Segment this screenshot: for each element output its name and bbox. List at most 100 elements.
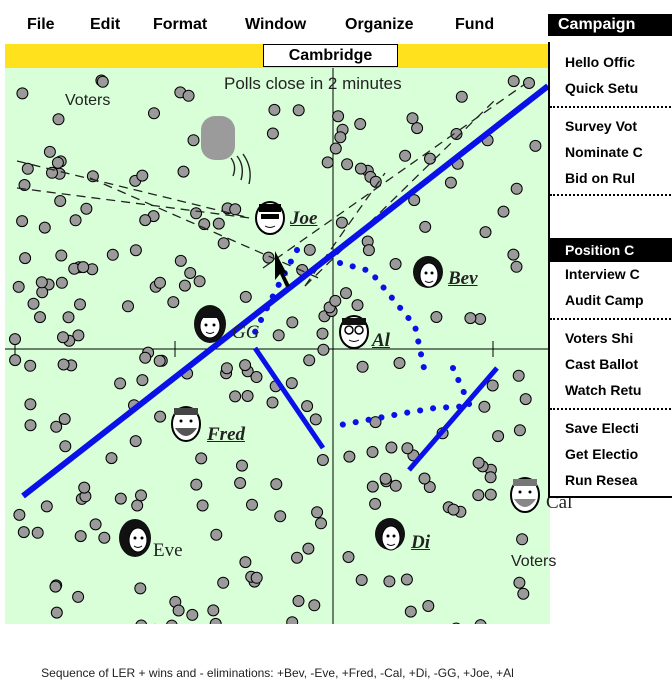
voter-dot bbox=[19, 252, 32, 265]
voter-dot bbox=[286, 316, 299, 329]
menu-fund[interactable]: Fund bbox=[455, 14, 494, 36]
election-canvas[interactable]: Polls close in 2 minutes Voters Voters J… bbox=[5, 68, 572, 680]
voter-dot bbox=[239, 359, 252, 372]
voter-dot bbox=[366, 480, 379, 493]
voter-dot bbox=[513, 576, 526, 589]
menu-voters-shift[interactable]: Voters Shi bbox=[565, 330, 633, 346]
voter-dot bbox=[329, 294, 342, 307]
voter-dot bbox=[250, 571, 263, 584]
menu-position[interactable]: Position C bbox=[565, 242, 634, 258]
voter-dot bbox=[315, 517, 327, 530]
voter-dot bbox=[484, 488, 497, 501]
voters-label-top: Voters bbox=[65, 92, 111, 109]
voter-dot bbox=[362, 244, 375, 257]
voter-dot bbox=[74, 298, 86, 311]
voter-dot bbox=[148, 107, 160, 120]
voter-dot bbox=[399, 149, 412, 162]
voter-dot bbox=[472, 489, 485, 502]
candidate-gg-label: GG bbox=[232, 322, 260, 343]
voter-dot bbox=[519, 393, 532, 406]
voter-dot bbox=[356, 360, 369, 373]
voter-dot bbox=[96, 75, 109, 88]
voter-dot bbox=[317, 343, 330, 356]
menu-hello-office[interactable]: Hello Offic bbox=[565, 54, 635, 70]
voter-dot bbox=[136, 374, 149, 387]
voter-dot bbox=[43, 145, 56, 158]
voter-dot bbox=[246, 498, 258, 511]
menu-bid-on-rules[interactable]: Bid on Rul bbox=[565, 170, 635, 186]
candidate-cal-avatar[interactable] bbox=[508, 475, 540, 515]
voter-dot bbox=[270, 478, 283, 491]
voter-dot bbox=[366, 446, 379, 458]
voter-dot bbox=[195, 452, 208, 465]
voter-dot bbox=[430, 311, 443, 323]
candidate-al-label: Al bbox=[372, 330, 390, 351]
menu-format[interactable]: Format bbox=[153, 14, 207, 36]
menu-audit[interactable]: Audit Camp bbox=[565, 292, 644, 308]
window-title-bar[interactable]: Cambridge bbox=[5, 44, 550, 68]
voter-dot bbox=[510, 182, 523, 195]
voter-dot bbox=[447, 503, 460, 516]
voter-dot bbox=[510, 260, 523, 273]
menu-watch-returns[interactable]: Watch Retu bbox=[565, 382, 641, 398]
voter-dot bbox=[316, 454, 329, 466]
voter-dot bbox=[31, 526, 44, 539]
menu-edit[interactable]: Edit bbox=[90, 14, 120, 36]
voter-dot bbox=[40, 500, 53, 513]
canvas-drawing bbox=[5, 68, 550, 624]
voter-dot bbox=[266, 396, 279, 409]
voter-dot bbox=[210, 528, 223, 541]
voter-dot bbox=[303, 243, 316, 256]
voter-dot bbox=[167, 296, 180, 309]
menu-organize[interactable]: Organize bbox=[345, 14, 413, 36]
voter-dot bbox=[309, 413, 322, 426]
voter-dot bbox=[444, 176, 457, 189]
candidate-joe-avatar[interactable] bbox=[253, 196, 285, 236]
menu-campaign[interactable]: Campaign bbox=[548, 14, 672, 36]
voter-dot bbox=[464, 312, 477, 325]
voter-dot bbox=[114, 377, 127, 390]
menu-window[interactable]: Window bbox=[245, 14, 306, 36]
voter-dot bbox=[16, 87, 29, 100]
campaign-menu: Hello Offic Quick Setu Survey Vot Nomina… bbox=[548, 42, 672, 498]
candidate-bev-avatar[interactable] bbox=[411, 254, 443, 294]
voter-dot bbox=[335, 216, 348, 229]
voter-dot bbox=[292, 595, 305, 607]
candidate-al-avatar[interactable] bbox=[338, 312, 370, 352]
voter-dot bbox=[16, 215, 29, 228]
candidate-fred-avatar[interactable] bbox=[169, 404, 201, 444]
voter-dot bbox=[190, 207, 203, 220]
voter-dot bbox=[177, 165, 190, 178]
voter-dot bbox=[507, 75, 520, 88]
menu-cast-ballots[interactable]: Cast Ballot bbox=[565, 356, 638, 372]
voter-dot bbox=[190, 478, 203, 491]
menu-nominate[interactable]: Nominate C bbox=[565, 144, 643, 160]
voter-dot bbox=[424, 152, 436, 165]
decision-line bbox=[21, 83, 550, 499]
menu-get-election[interactable]: Get Electio bbox=[565, 446, 638, 462]
menu-survey-voters[interactable]: Survey Vot bbox=[565, 118, 637, 134]
voter-dot bbox=[136, 169, 149, 182]
voter-dot bbox=[291, 551, 303, 564]
voter-dot bbox=[193, 275, 206, 288]
candidate-bev-label: Bev bbox=[448, 268, 478, 289]
voter-dot bbox=[184, 267, 197, 279]
menu-quick-setup[interactable]: Quick Setu bbox=[565, 80, 638, 96]
voter-dot bbox=[78, 481, 91, 494]
voter-dot bbox=[12, 280, 25, 293]
voter-dot bbox=[131, 499, 144, 512]
candidate-fred-label: Fred bbox=[207, 424, 245, 445]
menu-file[interactable]: File bbox=[27, 14, 55, 36]
voter-dot bbox=[341, 158, 354, 171]
voter-dot bbox=[292, 104, 305, 117]
candidate-eve-avatar[interactable] bbox=[118, 518, 151, 558]
menu-run-research[interactable]: Run Resea bbox=[565, 472, 637, 488]
candidate-gg-avatar[interactable] bbox=[193, 304, 226, 344]
menu-interview[interactable]: Interview C bbox=[565, 266, 640, 282]
voter-dot bbox=[234, 477, 247, 489]
voter-dot bbox=[58, 413, 71, 425]
candidate-di-avatar[interactable] bbox=[373, 516, 405, 556]
voter-dot bbox=[497, 205, 510, 218]
menu-save-election[interactable]: Save Electi bbox=[565, 420, 639, 436]
voter-dot bbox=[513, 424, 526, 437]
